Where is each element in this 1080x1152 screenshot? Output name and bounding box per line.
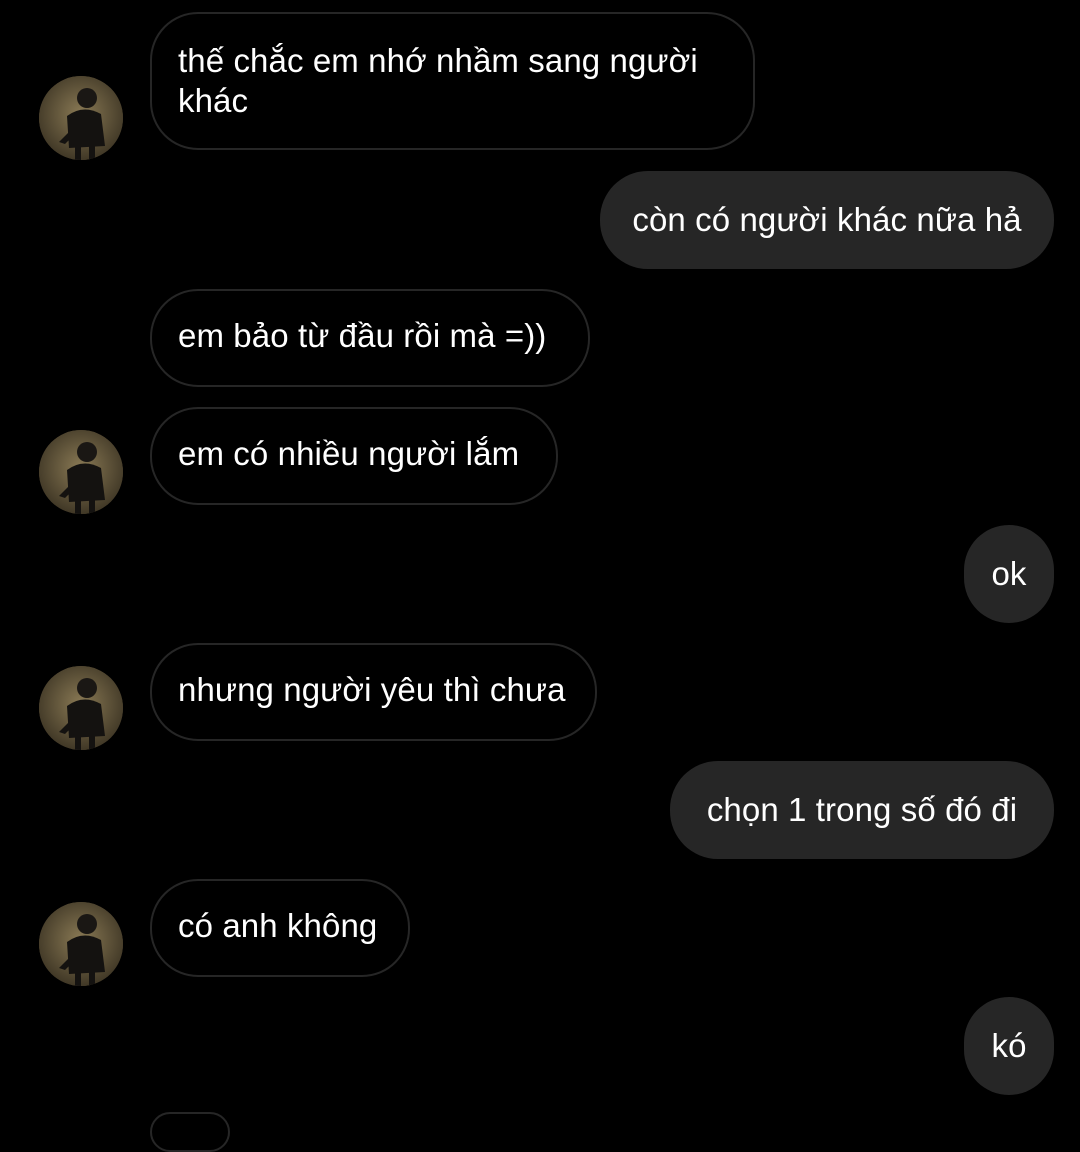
- message-text: ok: [991, 555, 1027, 592]
- outgoing-message[interactable]: kó: [964, 997, 1054, 1095]
- incoming-message-partial[interactable]: [150, 1112, 230, 1152]
- avatar-photo-icon: [39, 666, 123, 750]
- outgoing-message[interactable]: chọn 1 trong số đó đi: [670, 761, 1054, 859]
- avatar-photo-icon: [39, 76, 123, 160]
- outgoing-message[interactable]: ok: [964, 525, 1054, 623]
- message-text: kó: [991, 1027, 1027, 1064]
- message-text: có anh không: [178, 907, 378, 944]
- incoming-message[interactable]: em bảo từ đầu rồi mà =)): [150, 289, 590, 387]
- message-text: còn có người khác nữa hả: [632, 201, 1022, 238]
- message-text: em có nhiều người lắm: [178, 435, 520, 472]
- contact-avatar[interactable]: [39, 76, 123, 160]
- message-text: nhưng người yêu thì chưa: [178, 671, 566, 708]
- incoming-message[interactable]: có anh không: [150, 879, 410, 977]
- incoming-message[interactable]: thế chắc em nhớ nhầm sang người khác: [150, 12, 755, 150]
- message-text: thế chắc em nhớ nhầm sang người khác: [178, 42, 698, 119]
- avatar-photo-icon: [39, 902, 123, 986]
- incoming-message[interactable]: nhưng người yêu thì chưa: [150, 643, 597, 741]
- contact-avatar[interactable]: [39, 902, 123, 986]
- message-text: chọn 1 trong số đó đi: [706, 791, 1018, 828]
- contact-avatar[interactable]: [39, 666, 123, 750]
- avatar-photo-icon: [39, 430, 123, 514]
- outgoing-message[interactable]: còn có người khác nữa hả: [600, 171, 1054, 269]
- contact-avatar[interactable]: [39, 430, 123, 514]
- incoming-message[interactable]: em có nhiều người lắm: [150, 407, 558, 505]
- message-text: em bảo từ đầu rồi mà =)): [178, 317, 547, 354]
